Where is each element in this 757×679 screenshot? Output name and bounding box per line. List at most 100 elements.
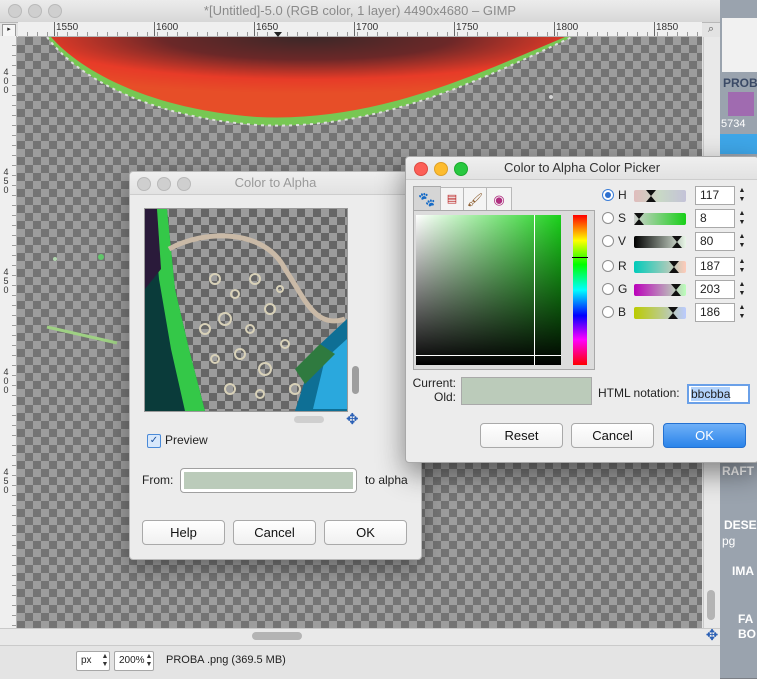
channel-b-slider[interactable] [634, 307, 686, 319]
zoom-on-resize-icon[interactable]: ⌕ [704, 22, 718, 36]
ruler-tick: 1600 [153, 22, 179, 36]
channel-b-value[interactable]: 186 [695, 303, 735, 322]
vertical-ruler[interactable]: 400 450 450 400 450 [0, 36, 17, 628]
channel-h-slider[interactable] [634, 190, 686, 202]
ruler-tick: 1800 [553, 22, 579, 36]
channel-h-radio[interactable] [602, 189, 614, 201]
old-label: Old: [433, 390, 456, 404]
zoom-dropdown-icon[interactable]: ▲ ▼ [144, 653, 154, 669]
zoom-window-button[interactable] [48, 4, 62, 18]
html-notation-value: bbcbba [691, 387, 731, 401]
channel-r-radio[interactable] [602, 260, 614, 272]
channel-g-spin-icon[interactable]: ▲ ▼ [737, 280, 747, 298]
zoom-dialog-button[interactable] [177, 177, 191, 191]
preview-label: Preview [165, 433, 208, 447]
preview-checkbox[interactable]: ✓ [147, 434, 161, 448]
channel-h-label: H [618, 188, 627, 202]
ok-button[interactable]: OK [324, 520, 407, 545]
slider-marker [671, 290, 681, 296]
channel-v-radio[interactable] [602, 235, 614, 247]
preview-vertical-scroll[interactable] [352, 366, 359, 394]
ruler-tick: 1750 [453, 22, 479, 36]
preview-horizontal-scroll[interactable] [294, 416, 324, 423]
horizontal-scrollbar[interactable] [0, 628, 720, 645]
minimize-dialog-button[interactable] [434, 162, 448, 176]
sv-cursor-vertical [534, 215, 535, 365]
minimize-window-button[interactable] [28, 4, 42, 18]
channel-h-value[interactable]: 117 [695, 186, 735, 205]
saturation-value-area[interactable] [416, 215, 561, 365]
ruler-label: 450 [3, 167, 9, 195]
close-dialog-button[interactable] [137, 177, 151, 191]
window-titlebar[interactable]: *[Untitled]-5.0 (RGB color, 1 layer) 449… [0, 0, 720, 23]
minimize-dialog-button[interactable] [157, 177, 171, 191]
channel-b-radio[interactable] [602, 306, 614, 318]
preview-area[interactable] [144, 208, 348, 412]
wheel-selector-tab-icon[interactable]: ◉ [486, 187, 512, 211]
reset-button[interactable]: Reset [480, 423, 563, 448]
channel-s-spin-icon[interactable]: ▲ ▼ [737, 209, 747, 227]
help-button[interactable]: Help [142, 520, 225, 545]
thumbnail [728, 92, 754, 116]
channel-s-slider[interactable] [634, 213, 686, 225]
preview-navigate-icon[interactable]: ✥ [346, 412, 362, 428]
gimp-selector-tab-icon[interactable]: 🐾 [413, 186, 441, 211]
current-label: Current: [412, 376, 456, 390]
from-color-swatch [184, 472, 353, 489]
cancel-button[interactable]: Cancel [571, 423, 654, 448]
background-text: FA [738, 612, 754, 626]
horizontal-scroll-thumb[interactable] [252, 632, 302, 640]
zoom-dialog-button[interactable] [454, 162, 468, 176]
cmyk-selector-tab-icon[interactable]: ▤ [440, 187, 464, 211]
channel-row-v[interactable]: V 80 ▲ ▼ [602, 232, 752, 252]
from-color-button[interactable] [180, 468, 357, 493]
html-notation-label: HTML notation: [598, 386, 680, 400]
ruler-label: 400 [3, 67, 9, 95]
channel-v-spin-icon[interactable]: ▲ ▼ [737, 232, 747, 250]
ruler-tick: 1700 [353, 22, 379, 36]
current-old-color-swatch [461, 377, 592, 405]
ok-button[interactable]: OK [663, 423, 746, 448]
channel-row-g[interactable]: G 203 ▲ ▼ [602, 280, 752, 300]
preview-artwork [145, 209, 347, 411]
html-notation-input[interactable]: bbcbba [687, 384, 750, 404]
channel-r-spin-icon[interactable]: ▲ ▼ [737, 257, 747, 275]
channel-b-spin-icon[interactable]: ▲ ▼ [737, 303, 747, 321]
background-text: RAFT [722, 464, 754, 478]
cancel-button[interactable]: Cancel [233, 520, 316, 545]
channel-row-r[interactable]: R 187 ▲ ▼ [602, 257, 752, 277]
zoom-value: 200% [119, 655, 145, 666]
ruler-label: 400 [3, 367, 9, 395]
channel-g-slider[interactable] [634, 284, 686, 296]
hue-marker [572, 257, 588, 258]
unit-value: px [81, 655, 92, 666]
channel-h-spin-icon[interactable]: ▲ ▼ [737, 186, 747, 204]
channel-r-value[interactable]: 187 [695, 257, 735, 276]
close-window-button[interactable] [8, 4, 22, 18]
dialog-titlebar[interactable]: Color to Alpha [130, 172, 421, 195]
channel-s-radio[interactable] [602, 212, 614, 224]
channel-r-slider[interactable] [634, 261, 686, 273]
channel-row-h[interactable]: H 117 ▲ ▼ [602, 186, 752, 206]
background-text: PROB [723, 76, 757, 90]
channel-s-value[interactable]: 8 [695, 209, 735, 228]
channel-row-s[interactable]: S 8 ▲ ▼ [602, 209, 752, 229]
channel-g-value[interactable]: 203 [695, 280, 735, 299]
watercolor-selector-tab-icon[interactable]: 🖌 [463, 187, 487, 211]
channel-row-b[interactable]: B 186 ▲ ▼ [602, 303, 752, 323]
channel-v-slider[interactable] [634, 236, 686, 248]
channel-g-radio[interactable] [602, 283, 614, 295]
navigate-icon[interactable]: ✥ [704, 628, 720, 644]
hue-slider[interactable] [573, 215, 587, 365]
vertical-scroll-thumb[interactable] [707, 590, 715, 620]
color-picker-dialog: Color to Alpha Color Picker 🐾 ▤ 🖌 ◉ H 11… [405, 156, 757, 463]
ruler-tick: 1850 [653, 22, 679, 36]
close-dialog-button[interactable] [414, 162, 428, 176]
slider-marker [668, 313, 678, 319]
ruler-tick: 1550 [53, 22, 79, 36]
unit-dropdown-icon[interactable]: ▲ ▼ [100, 653, 110, 669]
channel-v-value[interactable]: 80 [695, 232, 735, 251]
horizontal-ruler[interactable]: 1550 1600 1650 1700 1750 1800 1850 [18, 22, 702, 37]
background-text: 5734 [721, 118, 746, 130]
channel-s-label: S [618, 211, 627, 225]
